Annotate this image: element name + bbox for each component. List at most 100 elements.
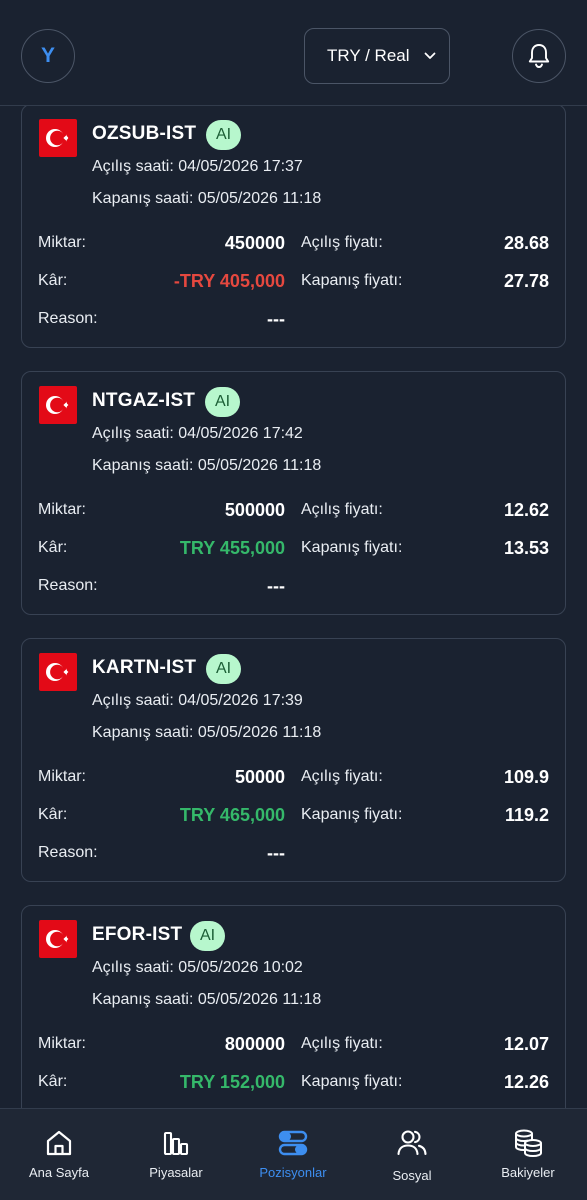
position-card[interactable]: OZSUB-IST AI Açılış saati: 04/05/2026 17… [21, 104, 566, 348]
nav-label: Piyasalar [149, 1165, 203, 1180]
profit-value: -TRY 405,000 [173, 271, 285, 291]
open-time-label: Açılış saati: [92, 158, 174, 175]
profit-value: TRY 465,000 [179, 805, 285, 825]
reason-label: Reason: [38, 844, 98, 861]
profit-value: TRY 152,000 [179, 1072, 285, 1092]
reason-value: --- [267, 843, 285, 863]
open-time-label: Açılış saati: [92, 692, 174, 709]
open-time-value: 04/05/2026 17:37 [178, 158, 303, 175]
bar-chart-icon [161, 1127, 191, 1159]
turkey-flag-icon [39, 653, 77, 691]
profit-label: Kâr: [38, 1073, 68, 1090]
position-symbol: OZSUB-IST [92, 123, 197, 144]
quantity-label: Miktar: [38, 768, 86, 785]
quantity-label: Miktar: [38, 1035, 86, 1052]
nav-label: Pozisyonlar [259, 1165, 327, 1180]
coins-icon [512, 1127, 544, 1159]
quantity-label: Miktar: [38, 234, 86, 251]
open-price-value: 109.9 [503, 767, 549, 787]
ai-badge: AI [206, 654, 242, 684]
close-time-value: 05/05/2026 11:18 [197, 457, 322, 474]
close-time-label: Kapanış saati: [92, 457, 194, 474]
bottom-nav: Ana Sayfa Piyasalar Pozisyonlar Sosyal B… [0, 1108, 587, 1200]
close-time-row: Kapanış saati: 05/05/2026 11:18 [92, 991, 321, 1009]
profit-value: TRY 455,000 [179, 538, 285, 558]
reason-value: --- [267, 309, 285, 329]
reason-label: Reason: [38, 577, 98, 594]
open-price-value: 28.68 [503, 233, 549, 253]
nav-item-home[interactable]: Ana Sayfa [14, 1109, 104, 1200]
open-time-label: Açılış saati: [92, 959, 174, 976]
close-price-label: Kapanış fiyatı: [301, 1073, 403, 1090]
position-symbol: NTGAZ-IST [92, 390, 196, 411]
open-time-value: 05/05/2026 10:02 [178, 959, 303, 976]
turkey-flag-icon [39, 920, 77, 958]
close-price-value: 12.26 [503, 1072, 549, 1092]
app-root: OZSUB-IST AI Açılış saati: 04/05/2026 17… [0, 0, 587, 1200]
close-price-value: 119.2 [504, 805, 549, 825]
toggle-icon [278, 1127, 308, 1159]
chevron-down-icon [423, 49, 437, 63]
close-time-label: Kapanış saati: [92, 991, 194, 1008]
close-time-label: Kapanış saati: [92, 724, 194, 741]
bell-icon [528, 44, 550, 68]
open-time-row: Açılış saati: 04/05/2026 17:39 [92, 692, 303, 710]
profit-label: Kâr: [38, 272, 68, 289]
quantity-value: 800000 [224, 1034, 285, 1054]
avatar[interactable]: Y [21, 29, 75, 83]
notifications-button[interactable] [512, 29, 566, 83]
close-time-value: 05/05/2026 11:18 [197, 190, 322, 207]
close-price-value: 13.53 [503, 538, 549, 558]
ai-badge: AI [205, 387, 241, 417]
users-icon [396, 1127, 428, 1159]
quantity-value: 450000 [224, 233, 285, 253]
open-price-label: Açılış fiyatı: [301, 768, 383, 785]
ai-badge: AI [190, 921, 226, 951]
currency-select-value: TRY / Real [327, 46, 410, 65]
reason-label: Reason: [38, 310, 98, 327]
close-price-value: 27.78 [503, 271, 549, 291]
reason-value: --- [267, 576, 285, 596]
position-symbol: EFOR-IST [92, 924, 183, 945]
open-price-label: Açılış fiyatı: [301, 1035, 383, 1052]
close-time-value: 05/05/2026 11:18 [197, 991, 322, 1008]
ai-badge: AI [206, 120, 242, 150]
open-price-value: 12.62 [503, 500, 549, 520]
close-time-value: 05/05/2026 11:18 [197, 724, 322, 741]
open-time-row: Açılış saati: 05/05/2026 10:02 [92, 959, 303, 977]
close-time-row: Kapanış saati: 05/05/2026 11:18 [92, 457, 321, 475]
profit-label: Kâr: [38, 806, 68, 823]
nav-item-positions[interactable]: Pozisyonlar [248, 1109, 338, 1200]
open-price-label: Açılış fiyatı: [301, 501, 383, 518]
profit-label: Kâr: [38, 539, 68, 556]
close-price-label: Kapanış fiyatı: [301, 272, 403, 289]
quantity-value: 500000 [224, 500, 285, 520]
open-price-label: Açılış fiyatı: [301, 234, 383, 251]
open-time-value: 04/05/2026 17:39 [178, 692, 303, 709]
close-time-row: Kapanış saati: 05/05/2026 11:18 [92, 190, 321, 208]
turkey-flag-icon [39, 386, 77, 424]
open-time-value: 04/05/2026 17:42 [178, 425, 303, 442]
open-time-label: Açılış saati: [92, 425, 174, 442]
nav-label: Bakiyeler [501, 1165, 555, 1180]
nav-item-balances[interactable]: Bakiyeler [483, 1109, 573, 1200]
position-card[interactable]: NTGAZ-IST AI Açılış saati: 04/05/2026 17… [21, 371, 566, 615]
open-time-row: Açılış saati: 04/05/2026 17:37 [92, 158, 303, 176]
position-symbol: KARTN-IST [92, 657, 197, 678]
nav-item-markets[interactable]: Piyasalar [131, 1109, 221, 1200]
quantity-label: Miktar: [38, 501, 86, 518]
home-icon [44, 1127, 74, 1159]
nav-item-social[interactable]: Sosyal [367, 1109, 457, 1200]
turkey-flag-icon [39, 119, 77, 157]
open-time-row: Açılış saati: 04/05/2026 17:42 [92, 425, 303, 443]
currency-select[interactable]: TRY / Real [304, 28, 450, 84]
close-time-label: Kapanış saati: [92, 190, 194, 207]
close-price-label: Kapanış fiyatı: [301, 806, 403, 823]
quantity-value: 50000 [234, 767, 285, 787]
nav-label: Sosyal [392, 1168, 432, 1183]
top-bar: Y TRY / Real [0, 0, 587, 106]
nav-label: Ana Sayfa [29, 1165, 89, 1180]
position-card[interactable]: KARTN-IST AI Açılış saati: 04/05/2026 17… [21, 638, 566, 882]
open-price-value: 12.07 [503, 1034, 549, 1054]
close-time-row: Kapanış saati: 05/05/2026 11:18 [92, 724, 321, 742]
